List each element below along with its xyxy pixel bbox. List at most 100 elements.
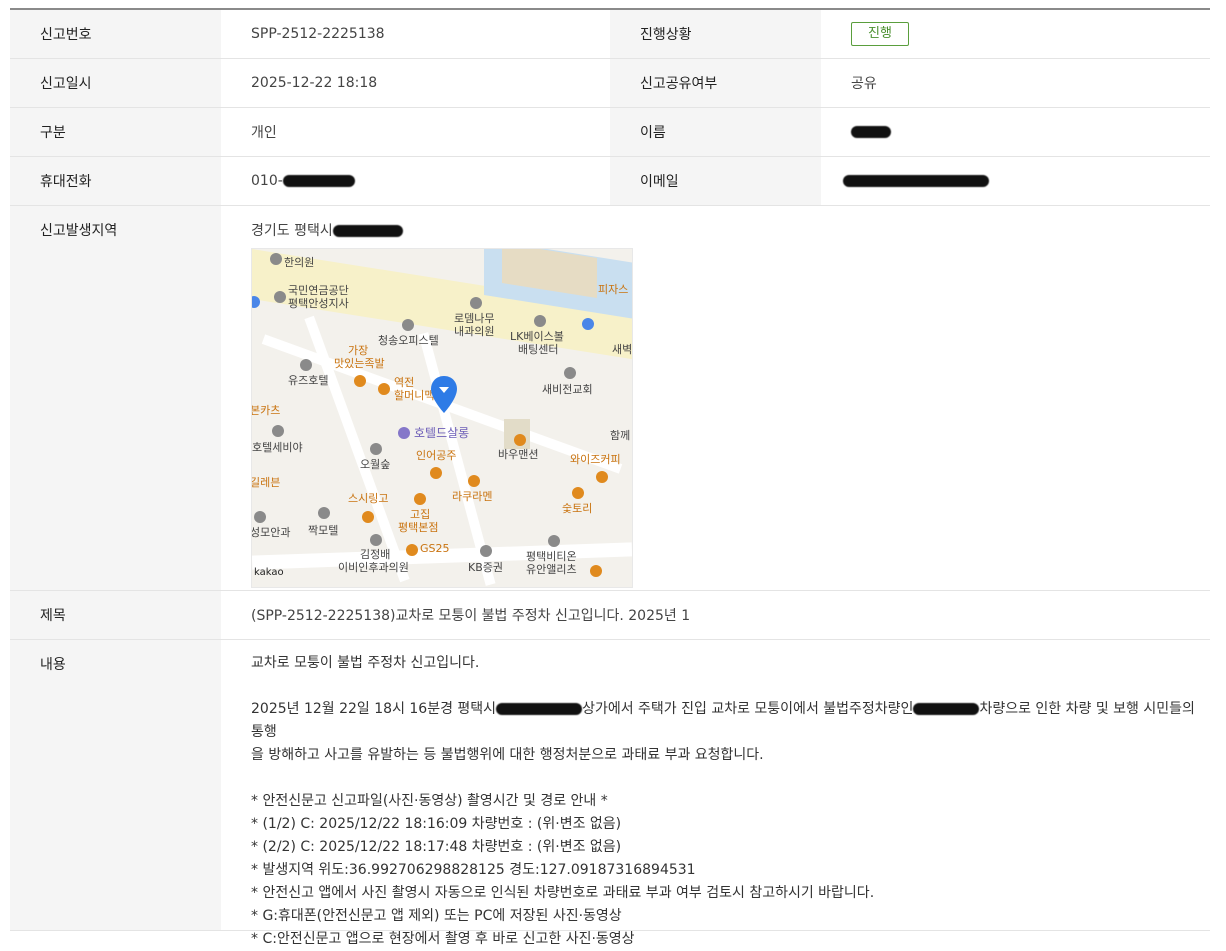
row-subject: 제목 (SPP-2512-2225138)교차로 모퉁이 불법 주정차 신고입니…	[10, 591, 1210, 640]
row-type: 구분 개인 이름	[10, 108, 1210, 157]
content-line: * 안전신고 앱에서 사진 촬영시 자동으로 인식된 차량번호로 과태료 부과 …	[251, 885, 875, 901]
type-label: 구분	[10, 108, 221, 156]
hotel-salon-pin-icon	[398, 427, 410, 439]
poi-btion-2: 유안앨리츠	[526, 563, 577, 576]
email-cell	[821, 157, 1210, 205]
share-label: 신고공유여부	[610, 59, 821, 107]
row-report-no: 신고번호 SPP-2512-2225138 진행상황 진행	[10, 10, 1210, 59]
poi-sushi-ringo: 스시링고	[348, 492, 389, 505]
row-date: 신고일시 2025-12-22 18:18 신고공유여부 공유	[10, 59, 1210, 108]
clinic-pin-icon	[470, 297, 482, 309]
location-map[interactable]: 한의원 국민연금공단 평택안성지사 로뎀나무 내과의원 LK베이스볼 배팅센터 …	[251, 248, 633, 588]
address-redacted	[496, 703, 583, 715]
food-pin-icon-7	[362, 511, 374, 523]
content-cell: 교차로 모퉁이 불법 주정차 신고입니다. 2025년 12월 22일 18시 …	[221, 640, 1210, 947]
poi-newvision: 새비전교회	[542, 383, 593, 396]
food-pin-icon-8	[590, 565, 602, 577]
poi-gs25: GS25	[420, 542, 450, 555]
name-cell	[821, 108, 1210, 156]
poi-yuz-hotel: 유즈호텔	[288, 374, 329, 387]
food-pin-icon-4	[468, 475, 480, 487]
content-line-part: 2025년 12월 22일 18시 16분경 평택시	[251, 701, 497, 717]
content-line: 을 방해하고 사고를 유발하는 등 불법행위에 대한 행정처분으로 과태료 부과…	[251, 747, 764, 763]
food-pin-icon	[354, 375, 366, 387]
subject-value: (SPP-2512-2225138)교차로 모퉁이 불법 주정차 신고입니다. …	[251, 608, 691, 624]
content-body: 교차로 모퉁이 불법 주정차 신고입니다. 2025년 12월 22일 18시 …	[251, 640, 1210, 951]
location-label: 신고발생지역	[10, 206, 221, 590]
status-cell: 진행	[821, 10, 1210, 58]
phone-redacted	[282, 175, 355, 187]
poi-hanuiwon: 한의원	[284, 256, 315, 269]
report-detail-table: 신고번호 SPP-2512-2225138 진행상황 진행 신고일시 2025-…	[10, 8, 1210, 947]
report-no-label: 신고번호	[10, 10, 221, 58]
clinic-pin-icon-2	[254, 511, 266, 523]
location-prefix: 경기도 평택시	[251, 223, 333, 239]
office-pin-icon	[274, 291, 286, 303]
content-line: * C:안전신문고 앱으로 현장에서 촬영 후 바로 신고한 사진·동영상	[251, 931, 635, 947]
content-line: 2025년 12월 22일 18시 16분경 평택시 상가에서 주택가 진입 교차…	[251, 698, 1204, 744]
clinic-pin-icon-3	[370, 534, 382, 546]
poi-pizza: 피자스	[598, 283, 629, 296]
poi-kb: KB증권	[468, 561, 503, 574]
food-pin-icon-3	[430, 467, 442, 479]
email-label: 이메일	[610, 157, 821, 205]
hospital-pin-icon	[270, 253, 282, 265]
location-marker-icon	[431, 376, 457, 413]
content-line: * (1/2) C: 2025/12/22 18:16:09 차량번호 : (위…	[251, 816, 622, 832]
report-no-value: SPP-2512-2225138	[251, 26, 385, 42]
poi-lk: LK베이스볼	[510, 330, 564, 343]
poi-mermaid: 인어공주	[416, 449, 457, 462]
poi-seongmo: 성모안과	[251, 526, 291, 539]
building-pin-icon	[402, 319, 414, 331]
poi-rodem-clinic: 내과의원	[454, 325, 495, 338]
content-line: * G:휴대폰(안전신문고 앱 제외) 또는 PC에 저장된 사진·동영상	[251, 908, 622, 924]
poi-bau: 바우맨션	[498, 448, 539, 461]
poi-hamkke: 함께	[610, 429, 631, 442]
content-line: * 발생지역 위도:36.992706298828125 경도:127.0918…	[251, 862, 696, 878]
share-value: 공유	[851, 76, 877, 92]
poi-ent-clinic: 이비인후과의원	[338, 561, 409, 574]
poi-halmeoni: 할머니맥	[394, 389, 435, 402]
poi-wise-coffee: 와이즈커피	[570, 453, 621, 466]
phone-label: 휴대전화	[10, 157, 221, 205]
poi-eleven: 길레븐	[251, 476, 281, 489]
food-pin-icon-5	[414, 493, 426, 505]
kakao-logo: kakao	[254, 567, 284, 578]
row-phone: 휴대전화 010- 이메일	[10, 157, 1210, 206]
baseball-pin-icon	[534, 315, 546, 327]
subject-label: 제목	[10, 591, 221, 639]
phone-cell: 010-	[221, 157, 610, 205]
hotel-pin-icon	[300, 359, 312, 371]
food-pin-icon-6	[572, 487, 584, 499]
poi-yeokjeon: 역전	[394, 376, 415, 389]
poi-gojip-branch: 평택본점	[398, 521, 439, 534]
bus-stop-icon	[582, 318, 594, 330]
name-label: 이름	[610, 108, 821, 156]
email-redacted	[843, 175, 989, 187]
type-value: 개인	[251, 125, 277, 141]
name-redacted	[851, 126, 891, 138]
poi-jjak-motel: 짝모텔	[308, 524, 339, 537]
poi-gajang: 가장	[348, 344, 369, 357]
poi-nps: 국민연금공단	[288, 284, 349, 297]
date-value: 2025-12-22 18:18	[251, 75, 378, 91]
row-content: 내용 교차로 모퉁이 불법 주정차 신고입니다. 2025년 12월 22일 1…	[10, 640, 1210, 947]
apt-pin-icon	[514, 434, 526, 446]
poi-owolsup: 오월숲	[360, 458, 391, 471]
poi-bonkatsu: 본카츠	[251, 404, 281, 417]
poi-jokbal: 맛있는족발	[334, 357, 385, 370]
poi-rakuramen: 라쿠라멘	[452, 490, 493, 503]
gs25-pin-icon	[406, 544, 418, 556]
cafe-pin-icon	[596, 471, 608, 483]
content-line: * (2/2) C: 2025/12/22 18:17:48 차량번호 : (위…	[251, 839, 622, 855]
date-label: 신고일시	[10, 59, 221, 107]
location-address: 경기도 평택시	[251, 220, 404, 240]
poi-lk-center: 배팅센터	[518, 343, 559, 356]
poi-btion: 평택비티온	[526, 550, 577, 563]
hotel-pin-icon-2	[272, 425, 284, 437]
location-redacted	[333, 225, 404, 237]
content-line: * 안전신문고 신고파일(사진·동영상) 촬영시간 및 경로 안내 *	[251, 793, 608, 809]
motel-pin-icon	[318, 507, 330, 519]
phone-prefix: 010-	[251, 173, 283, 189]
poi-cheongsong: 청송오피스텔	[378, 334, 439, 347]
